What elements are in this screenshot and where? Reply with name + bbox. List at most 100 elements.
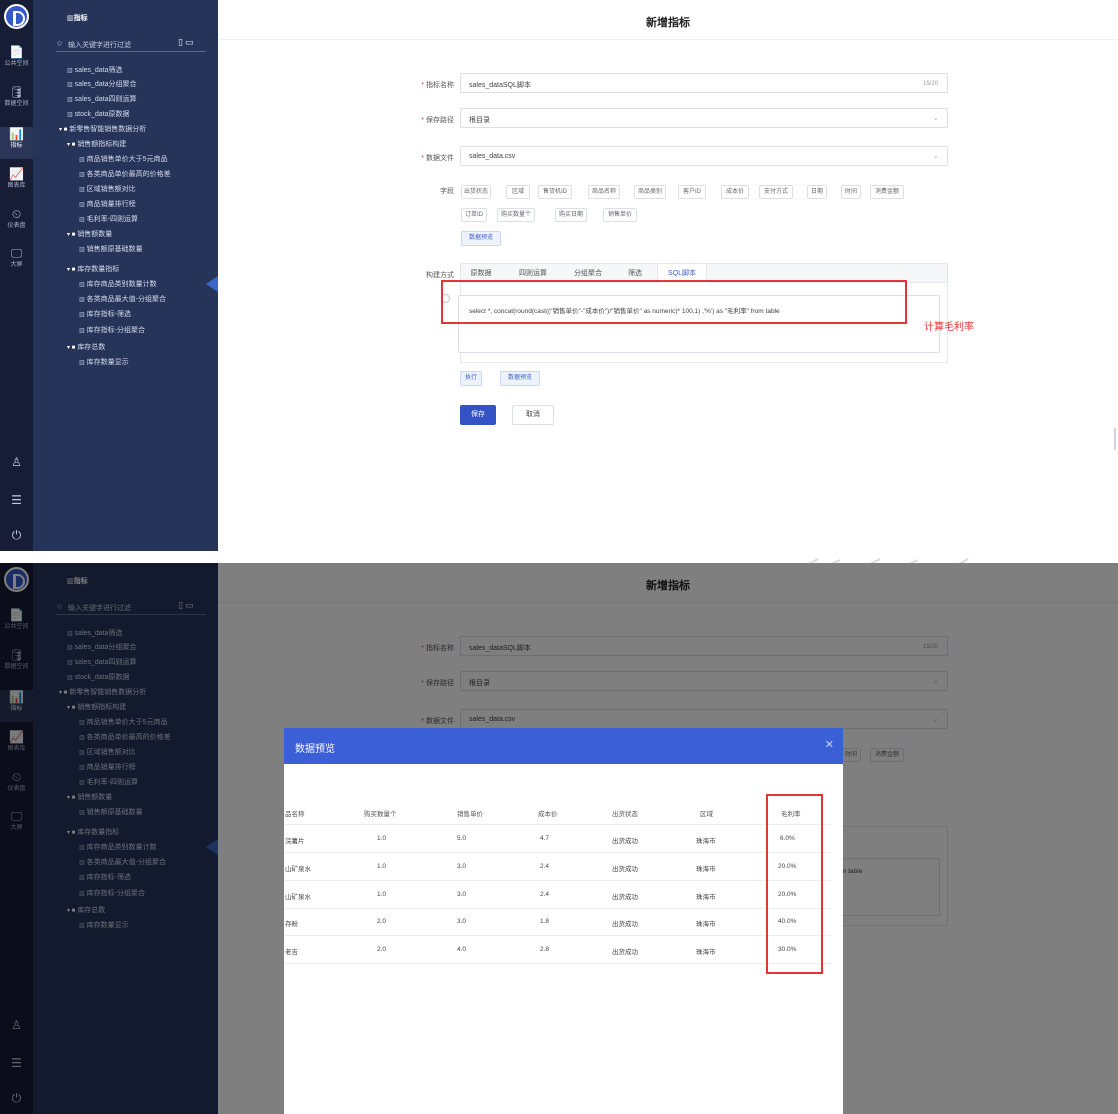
table-cell: 2.8 [540, 946, 550, 953]
data-file-select[interactable]: sales_data.csv ⌄ [460, 146, 948, 166]
table-cell: 3.0 [457, 863, 467, 870]
tree-item[interactable]: ▥sales_data四则运算 [67, 95, 137, 105]
tree-item[interactable]: ▥stock_data原数据 [67, 110, 130, 120]
field-tag[interactable]: 区域 [506, 185, 530, 199]
tree-item-label: sales_data筛选 [74, 67, 123, 74]
save-path-select[interactable]: 根目录 ⌄ [460, 108, 948, 128]
run-button[interactable]: 执行 [460, 371, 482, 386]
path-label-text: 保存路径 [426, 117, 454, 124]
cancel-button[interactable]: 取消 [512, 405, 554, 425]
chart-icon: ▥ [67, 112, 73, 118]
metric-name-input[interactable]: sales_dataSQL脚本 15/20 [460, 73, 948, 93]
tree-item[interactable]: ▥库存商品类别数量计数 [79, 280, 157, 290]
field-tag[interactable]: 购买日期 [555, 208, 587, 222]
table-cell: 1.0 [377, 891, 387, 898]
field-tag[interactable]: 支付方式 [759, 185, 793, 199]
table-header-cell: 成本价 [538, 811, 558, 818]
tree-item[interactable]: ▥各类商品最大值-分组聚合 [79, 295, 166, 305]
user-icon[interactable]: ♙ [0, 455, 33, 469]
power-icon[interactable]: ⏻ [0, 528, 33, 542]
field-tag[interactable]: 客户ID [678, 185, 706, 199]
chevron-down-icon: ⌄ [932, 113, 939, 122]
close-icon[interactable]: ✕ [825, 738, 834, 751]
tree-folder[interactable]: ▾ ■销售额指标构建 [67, 140, 126, 150]
char-counter: 15/20 [922, 81, 938, 87]
tree-item[interactable]: ▥sales_data分组聚合 [67, 80, 137, 90]
tree-item-label: sales_data四则运算 [74, 96, 137, 103]
table-header-cell: 购买数量个 [364, 811, 397, 818]
folder-icon: ▾ ■ [59, 127, 68, 133]
table-cell: 珠海市 [696, 838, 716, 845]
chart-icon: ▥ [67, 97, 73, 103]
tree-item[interactable]: ▥商品销量排行榜 [79, 200, 136, 210]
rail-item-public-space[interactable]: 📄 公共空间 [0, 45, 33, 77]
screenshot-preview-modal: 📄公共空间 🛢数据空间 📊指标 📈图表库 ⏲仪表盘 🖵大屏 ♙ ☰ ⏻ ▥指标 … [0, 563, 1118, 1114]
sliders-icon[interactable]: ☰ [0, 493, 33, 507]
rail-label: 数据空间 [4, 101, 29, 107]
tree-item-label: 库存指标-分组聚合 [86, 327, 146, 334]
tree-item-label: 新零售智能销售数据分析 [69, 126, 147, 133]
table-header-cell: 品名称 [285, 811, 305, 818]
tree-item[interactable]: ▥库存数量显示 [79, 358, 129, 368]
rail-item-big-screen[interactable]: 🖵 大屏 [0, 246, 33, 278]
tree-item[interactable]: ▥区域销售额对比 [79, 185, 136, 195]
field-tag[interactable]: 商品类别 [634, 185, 666, 199]
app-logo-icon[interactable] [4, 4, 29, 29]
rail-item-dashboard[interactable]: ⏲ 仪表盘 [0, 207, 33, 239]
table-cell: 出货成功 [612, 921, 638, 928]
tree-item[interactable]: ▥毛利率-四则运算 [79, 215, 138, 225]
row-divider [284, 824, 831, 825]
tree-item-label: 商品销售单价大于5元商品 [86, 156, 168, 163]
field-tag[interactable]: 购买数量个 [497, 208, 535, 222]
field-tag[interactable]: 消费金额 [870, 185, 904, 199]
file-label-text: 数据文件 [426, 155, 454, 162]
field-tag[interactable]: 日期 [807, 185, 827, 199]
fields-label: 字段 [440, 188, 454, 195]
tree-item-label: 商品销量排行榜 [86, 201, 136, 208]
preview-result-button[interactable]: 数据预览 [500, 371, 540, 386]
rail-item-metrics[interactable]: 📊 指标 [0, 127, 33, 159]
data-preview-button[interactable]: 数据预览 [461, 231, 501, 246]
collapse-arrow-icon[interactable] [206, 276, 218, 292]
tree-folder[interactable]: ▾ ■库存总数 [67, 343, 105, 353]
save-path-value: 根目录 [469, 117, 490, 124]
field-tag[interactable]: 订单ID [461, 208, 487, 222]
field-tag[interactable]: 售货机ID [538, 185, 572, 199]
tree-folder[interactable]: ▾ ■库存数量指标 [67, 265, 119, 275]
field-tag[interactable]: 销售单价 [603, 208, 637, 222]
field-tag[interactable]: 出货状态 [461, 185, 491, 199]
build-mode-label: 构建方式 [426, 272, 454, 279]
rail-item-data-space[interactable]: 🛢 数据空间 [0, 85, 33, 117]
row-divider [284, 908, 831, 909]
tree-item[interactable]: ▥销售额原基础数量 [79, 245, 143, 255]
rail-label: 图表库 [7, 183, 26, 189]
new-folder-icon[interactable]: ▭ [185, 37, 196, 47]
tree-item[interactable]: ▥各类商品单价最高的价格差 [79, 170, 171, 180]
table-header-cell: 区域 [700, 811, 713, 818]
tree-item[interactable]: ▥库存指标-筛选 [79, 310, 131, 320]
tree-item[interactable]: ▥商品销售单价大于5元商品 [79, 155, 168, 165]
metric-name-value: sales_dataSQL脚本 [469, 82, 531, 89]
tree-folder[interactable]: ▾ ■销售额数量 [67, 230, 112, 240]
tree-item-label: 库存总数 [77, 344, 106, 351]
table-cell: 5.0 [457, 835, 467, 842]
chart-library-icon: 📈 [9, 167, 24, 181]
tree-item[interactable]: ▥库存指标-分组聚合 [79, 326, 145, 336]
tree-title-label: 指标 [73, 15, 88, 22]
path-label: *保存路径 [421, 117, 454, 124]
field-tag[interactable]: 成本价 [721, 185, 749, 199]
rail-item-chart-library[interactable]: 📈 图表库 [0, 167, 33, 199]
modal-header: 数据预览 ✕ [284, 728, 843, 764]
tree-folder[interactable]: ▾ ■新零售智能销售数据分析 [59, 125, 146, 135]
tree-item[interactable]: ▥sales_data筛选 [67, 66, 123, 76]
table-cell: 4.7 [540, 835, 550, 842]
header-divider [218, 39, 1118, 40]
field-tag[interactable]: 时间 [841, 185, 861, 199]
tree-item-label: 库存商品类别数量计数 [86, 281, 157, 288]
new-file-icon[interactable]: ▯ [178, 37, 185, 47]
table-cell: 老吉 [285, 949, 298, 956]
file-label: *数据文件 [421, 155, 454, 162]
save-button[interactable]: 保存 [460, 405, 496, 425]
field-tag[interactable]: 商品名称 [588, 185, 620, 199]
table-cell: 4.0 [457, 946, 467, 953]
